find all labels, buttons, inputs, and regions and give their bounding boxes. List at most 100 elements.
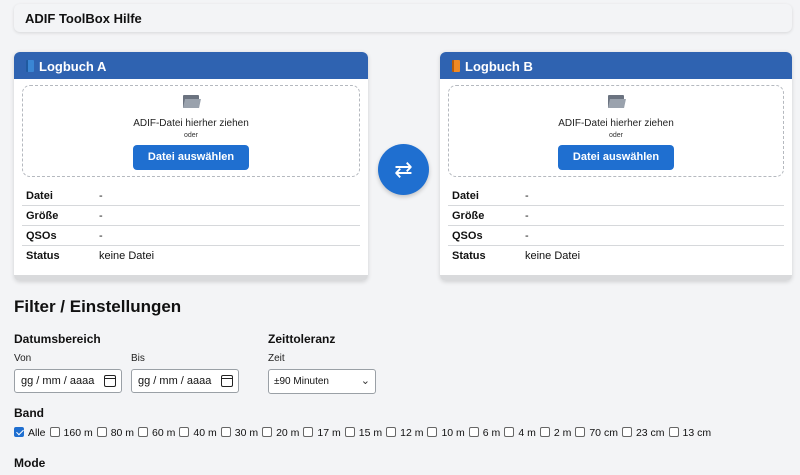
checkbox-icon[interactable] — [262, 427, 273, 437]
band-option-label: 17 m — [317, 427, 341, 439]
app-title: ADIF ToolBox Hilfe — [25, 11, 142, 26]
date-range-label: Datumsbereich — [14, 332, 101, 346]
checkbox-icon[interactable] — [621, 427, 632, 437]
folder-icon — [183, 95, 201, 108]
band-option[interactable]: 6 m — [468, 426, 501, 440]
band-option-label: 80 m — [110, 427, 135, 439]
checkbox-icon[interactable] — [539, 427, 550, 437]
band-option-label: 20 m — [276, 427, 300, 439]
band-option-label: Alle — [28, 427, 46, 439]
band-option[interactable]: 17 m — [303, 426, 341, 440]
info-row-status: Status keine Datei — [448, 246, 784, 266]
band-option[interactable]: 40 m — [179, 426, 217, 440]
band-option[interactable]: 80 m — [96, 426, 135, 440]
band-option[interactable]: Alle — [14, 426, 46, 440]
time-tolerance-label: Zeittoleranz — [268, 332, 336, 346]
band-option[interactable]: 2 m — [539, 426, 572, 440]
panel-scrollbar[interactable] — [14, 275, 368, 281]
band-option[interactable]: 12 m — [386, 426, 423, 440]
logbook-b-panel: Logbuch B ADIF-Datei hierher ziehen oder… — [440, 52, 792, 281]
logbook-a-info-table: Datei - Größe - QSOs - Status keine Datei — [22, 186, 360, 266]
band-option-label: 60 m — [152, 427, 176, 439]
band-option-label: 70 cm — [589, 427, 618, 439]
band-option-label: 13 cm — [682, 427, 712, 439]
logbook-b-title: Logbuch B — [465, 59, 533, 74]
info-row-size: Größe - — [448, 206, 784, 226]
checkbox-checked-icon[interactable] — [14, 427, 24, 437]
band-option[interactable]: 160 m — [49, 426, 93, 440]
logbook-b-header: Logbuch B — [440, 52, 792, 79]
to-label: Bis — [131, 353, 145, 364]
logbook-a-title: Logbuch A — [39, 59, 107, 74]
checkbox-icon[interactable] — [575, 427, 586, 437]
info-row-status: Status keine Datei — [22, 246, 360, 266]
band-option-label: 15 m — [358, 427, 383, 439]
band-option-label: 10 m — [441, 427, 465, 439]
band-option[interactable]: 60 m — [138, 426, 175, 440]
band-option[interactable]: 23 cm — [621, 426, 665, 440]
date-to-input[interactable]: gg / mm / aaaa — [131, 369, 239, 393]
logbook-a-dropzone[interactable]: ADIF-Datei hierher ziehen oder Datei aus… — [22, 85, 360, 177]
filters-title: Filter / Einstellungen — [14, 297, 182, 316]
book-blue-icon — [26, 60, 34, 72]
checkbox-icon[interactable] — [468, 427, 479, 437]
choose-file-button-a[interactable]: Datei auswählen — [133, 145, 249, 170]
swap-logbooks-button[interactable]: ⇄ — [378, 144, 429, 195]
swap-arrows-icon: ⇄ — [394, 157, 413, 182]
band-option-label: 6 m — [482, 427, 501, 439]
band-option[interactable]: 13 cm — [668, 426, 712, 440]
band-option[interactable]: 10 m — [427, 426, 465, 440]
info-key: Status — [26, 250, 60, 262]
folder-icon — [608, 95, 626, 108]
band-label: Band — [14, 406, 44, 420]
checkbox-icon[interactable] — [303, 427, 314, 437]
time-tolerance-select[interactable]: ±90 Minuten ⌄ — [268, 369, 376, 394]
checkbox-icon[interactable] — [344, 427, 355, 437]
checkbox-icon[interactable] — [179, 427, 190, 437]
band-option-label: 40 m — [193, 427, 217, 439]
book-orange-icon — [452, 60, 460, 72]
band-option-label: 30 m — [234, 427, 259, 439]
checkbox-icon[interactable] — [220, 427, 231, 437]
logbook-b-info-table: Datei - Größe - QSOs - Status keine Datei — [448, 186, 784, 266]
band-option[interactable]: 4 m — [504, 426, 536, 440]
band-option[interactable]: 20 m — [262, 426, 299, 440]
checkbox-icon[interactable] — [96, 427, 107, 437]
drop-hint: ADIF-Datei hierher ziehen — [133, 118, 249, 129]
info-value: - — [525, 210, 529, 222]
calendar-icon[interactable] — [221, 375, 233, 387]
band-option-label: 23 cm — [635, 427, 665, 439]
info-key: QSOs — [26, 230, 57, 242]
checkbox-icon[interactable] — [386, 427, 397, 437]
choose-file-button-b[interactable]: Datei auswählen — [558, 145, 674, 170]
date-from-input[interactable]: gg / mm / aaaa — [14, 369, 122, 393]
checkbox-icon[interactable] — [49, 427, 60, 437]
band-option[interactable]: 15 m — [344, 426, 383, 440]
calendar-icon[interactable] — [104, 375, 116, 387]
checkbox-icon[interactable] — [138, 427, 149, 437]
checkbox-icon[interactable] — [504, 427, 515, 437]
checkbox-icon[interactable] — [427, 427, 438, 437]
info-key: Datei — [26, 190, 53, 202]
info-row-qsos: QSOs - — [448, 226, 784, 246]
time-tolerance-value: ±90 Minuten — [274, 376, 329, 387]
drop-hint: ADIF-Datei hierher ziehen — [558, 118, 674, 129]
panel-scrollbar[interactable] — [440, 275, 792, 281]
top-bar: ADIF ToolBox Hilfe — [14, 4, 792, 32]
info-value: - — [99, 230, 103, 242]
info-row-size: Größe - — [22, 206, 360, 226]
info-row-file: Datei - — [22, 186, 360, 206]
band-option-label: 2 m — [553, 427, 572, 439]
or-text: oder — [608, 132, 623, 139]
logbook-a-header: Logbuch A — [14, 52, 368, 79]
or-text: oder — [183, 132, 198, 139]
info-value: keine Datei — [99, 250, 155, 262]
logbook-b-dropzone[interactable]: ADIF-Datei hierher ziehen oder Datei aus… — [448, 85, 784, 177]
checkbox-icon[interactable] — [668, 427, 679, 437]
info-key: Status — [452, 250, 486, 262]
band-option[interactable]: 70 cm — [575, 426, 618, 440]
from-label: Von — [14, 353, 32, 364]
date-to-placeholder: gg / mm / aaaa — [138, 375, 212, 387]
info-value: - — [525, 190, 529, 202]
band-option[interactable]: 30 m — [220, 426, 259, 440]
